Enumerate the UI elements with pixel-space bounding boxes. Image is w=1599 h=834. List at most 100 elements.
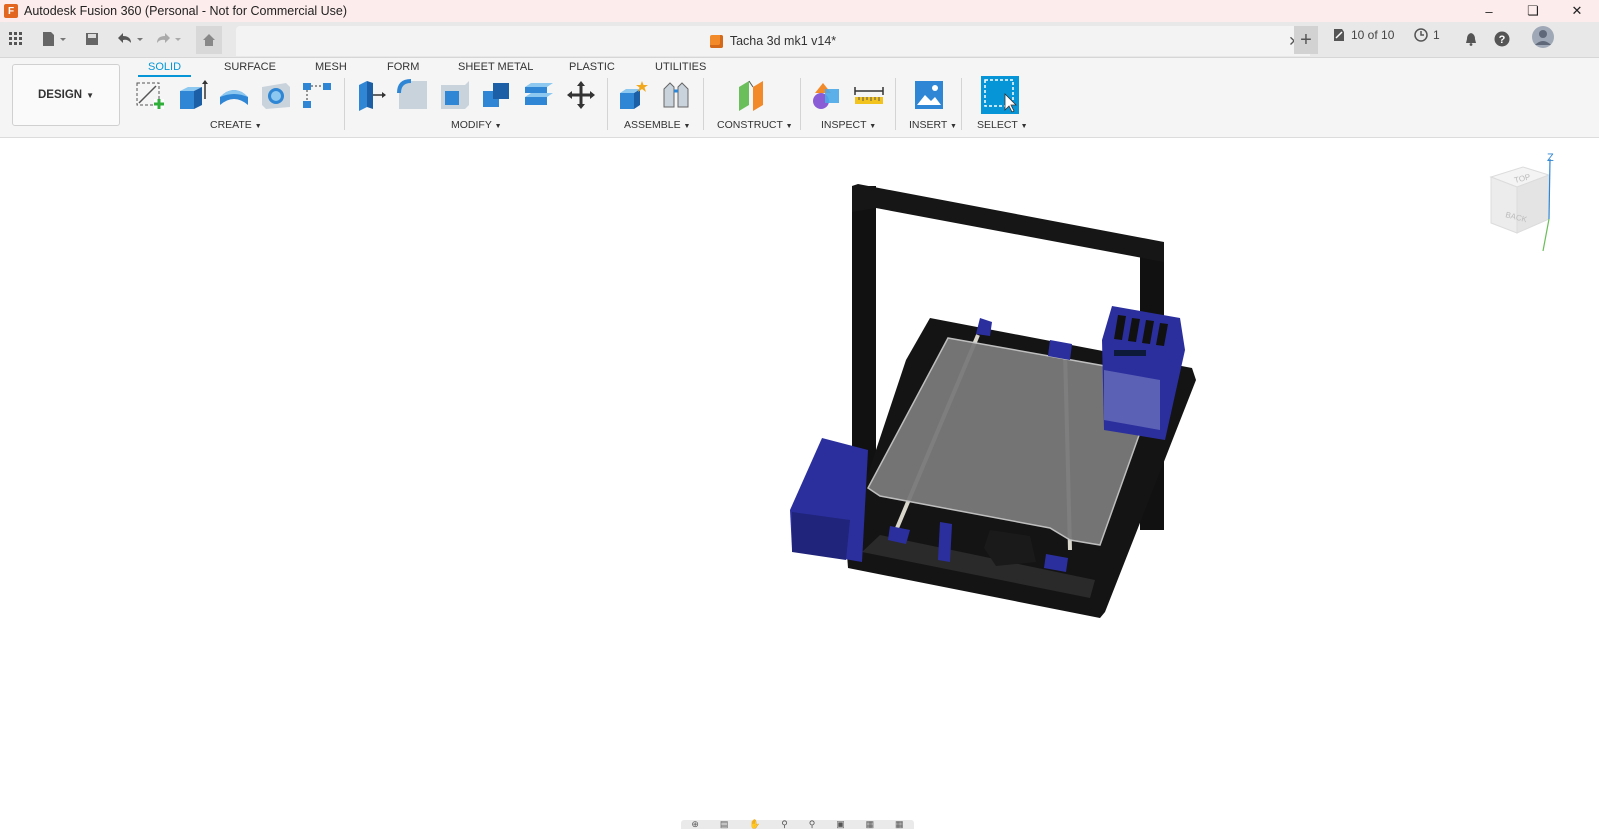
minimize-icon[interactable]: – bbox=[1467, 0, 1511, 22]
divider bbox=[607, 78, 608, 130]
toolbar-ribbon: DESIGN ▼ SOLID SURFACE MESH FORM SHEET M… bbox=[0, 58, 1599, 138]
undo-icon[interactable] bbox=[114, 28, 146, 50]
inspect-menu[interactable]: INSPECT ▼ bbox=[821, 119, 876, 131]
new-component-button[interactable] bbox=[617, 78, 651, 112]
z-axis-label: Z bbox=[1547, 153, 1554, 164]
design-cube-icon bbox=[709, 34, 723, 48]
press-pull-icon bbox=[359, 81, 386, 111]
shell-button[interactable] bbox=[438, 78, 472, 112]
navigation-bar: ⊕ ▤ ✋ ⚲ ⚲ ▣ ▦ ▦ bbox=[681, 819, 914, 830]
chevron-down-icon: ▼ bbox=[785, 123, 793, 130]
home-icon[interactable] bbox=[196, 26, 222, 54]
notifications-bell-icon[interactable] bbox=[1462, 28, 1480, 50]
workspace-label: DESIGN bbox=[37, 89, 83, 101]
canvas-viewport[interactable]: TOP BACK Z ⊕ ▤ ✋ ⚲ ⚲ ▣ ▦ ▦ bbox=[0, 139, 1599, 829]
tab-sheet-metal[interactable]: SHEET METAL bbox=[458, 59, 533, 77]
chevron-down-icon: ▼ bbox=[683, 123, 691, 130]
tab-surface[interactable]: SURFACE bbox=[224, 59, 276, 77]
version-count: 10 of 10 bbox=[1351, 28, 1395, 42]
display-settings-icon[interactable]: ▣ bbox=[836, 819, 845, 830]
quick-access-bar: Tacha 3d mk1 v14* ✕ + 10 of 10 1 ? bbox=[0, 22, 1599, 58]
new-component-icon bbox=[620, 81, 648, 109]
select-icon bbox=[981, 76, 1019, 114]
inspect-label: INSPECT bbox=[821, 119, 867, 131]
document-title: Tacha 3d mk1 v14* bbox=[729, 34, 837, 48]
svg-text:?: ? bbox=[1499, 34, 1506, 46]
select-button[interactable] bbox=[981, 76, 1019, 114]
divider bbox=[961, 78, 962, 130]
revolve-button[interactable] bbox=[217, 78, 251, 112]
tab-utilities[interactable]: UTILITIES bbox=[655, 59, 706, 77]
motor-bracket bbox=[938, 522, 952, 562]
user-avatar[interactable] bbox=[1532, 26, 1554, 48]
insert-menu[interactable]: INSERT ▼ bbox=[909, 119, 957, 131]
joint-button[interactable] bbox=[659, 78, 693, 112]
apps-grid-icon[interactable] bbox=[6, 28, 26, 50]
chevron-down-icon: ▼ bbox=[1020, 123, 1028, 130]
grid-settings-icon[interactable]: ▦ bbox=[866, 819, 875, 830]
chevron-down-icon: ▼ bbox=[494, 123, 502, 130]
lcd-screen bbox=[1114, 350, 1146, 356]
move-copy-button[interactable] bbox=[564, 78, 598, 112]
pattern-button[interactable] bbox=[300, 78, 334, 112]
zoom-icon[interactable]: ⚲ bbox=[781, 819, 788, 830]
combine-button[interactable] bbox=[480, 78, 514, 112]
split-body-button[interactable] bbox=[522, 78, 556, 112]
fit-icon[interactable]: ⚲ bbox=[809, 819, 816, 830]
version-indicator[interactable]: 10 of 10 bbox=[1332, 28, 1394, 42]
top-crossbar-extrusion bbox=[852, 184, 1164, 262]
viewports-icon[interactable]: ▦ bbox=[895, 819, 904, 830]
create-sketch-icon bbox=[136, 82, 164, 109]
fillet-button[interactable] bbox=[396, 78, 430, 112]
select-menu[interactable]: SELECT ▼ bbox=[977, 119, 1028, 131]
extrude-button[interactable] bbox=[175, 78, 209, 112]
tab-plastic[interactable]: PLASTIC bbox=[569, 59, 615, 77]
offset-plane-icon bbox=[739, 80, 763, 111]
chevron-down-icon: ▼ bbox=[254, 123, 262, 130]
insert-image-button[interactable] bbox=[912, 78, 946, 112]
tab-form[interactable]: FORM bbox=[387, 59, 419, 77]
move-icon bbox=[567, 81, 595, 109]
modify-menu[interactable]: MODIFY ▼ bbox=[451, 119, 502, 131]
job-count: 1 bbox=[1433, 28, 1440, 42]
assemble-menu[interactable]: ASSEMBLE ▼ bbox=[624, 119, 690, 131]
revolve-icon bbox=[220, 90, 248, 105]
create-menu[interactable]: CREATE ▼ bbox=[210, 119, 262, 131]
tab-solid[interactable]: SOLID bbox=[138, 59, 192, 77]
help-icon[interactable]: ? bbox=[1493, 28, 1511, 50]
hole-button[interactable] bbox=[259, 78, 293, 112]
restore-icon[interactable]: ❏ bbox=[1511, 0, 1555, 22]
create-sketch-button[interactable] bbox=[133, 78, 167, 112]
assemble-label: ASSEMBLE bbox=[624, 119, 681, 131]
interference-icon bbox=[813, 83, 839, 109]
printer-model[interactable] bbox=[0, 139, 1599, 829]
spool-box-front bbox=[792, 512, 850, 560]
fillet-icon bbox=[397, 79, 427, 109]
document-tab[interactable]: Tacha 3d mk1 v14* ✕ bbox=[236, 26, 1310, 56]
pattern-icon bbox=[303, 83, 331, 108]
measure-button[interactable] bbox=[852, 78, 886, 112]
tab-mesh[interactable]: MESH bbox=[315, 59, 347, 77]
press-pull-button[interactable] bbox=[354, 78, 388, 112]
close-icon[interactable]: ✕ bbox=[1555, 0, 1599, 22]
versions-icon bbox=[1334, 29, 1344, 41]
offset-plane-button[interactable] bbox=[734, 78, 768, 112]
file-icon[interactable] bbox=[38, 28, 70, 50]
save-icon[interactable] bbox=[82, 28, 102, 50]
construct-menu[interactable]: CONSTRUCT ▼ bbox=[717, 119, 793, 131]
redo-icon[interactable] bbox=[152, 28, 184, 50]
insert-label: INSERT bbox=[909, 119, 948, 131]
workspace-switcher[interactable]: DESIGN ▼ bbox=[12, 64, 120, 126]
divider bbox=[344, 78, 345, 130]
pan-icon[interactable]: ✋ bbox=[749, 819, 760, 830]
viewcube[interactable]: TOP BACK Z bbox=[1483, 152, 1559, 262]
job-status[interactable]: 1 bbox=[1414, 28, 1440, 42]
extrude-icon bbox=[180, 80, 208, 109]
new-tab-icon[interactable]: + bbox=[1294, 26, 1318, 54]
create-label: CREATE bbox=[210, 119, 252, 131]
interference-button[interactable] bbox=[810, 78, 844, 112]
orbit-icon[interactable]: ⊕ bbox=[691, 819, 699, 830]
look-at-icon[interactable]: ▤ bbox=[720, 819, 729, 830]
combine-icon bbox=[483, 83, 509, 107]
clock-icon bbox=[1414, 28, 1428, 42]
